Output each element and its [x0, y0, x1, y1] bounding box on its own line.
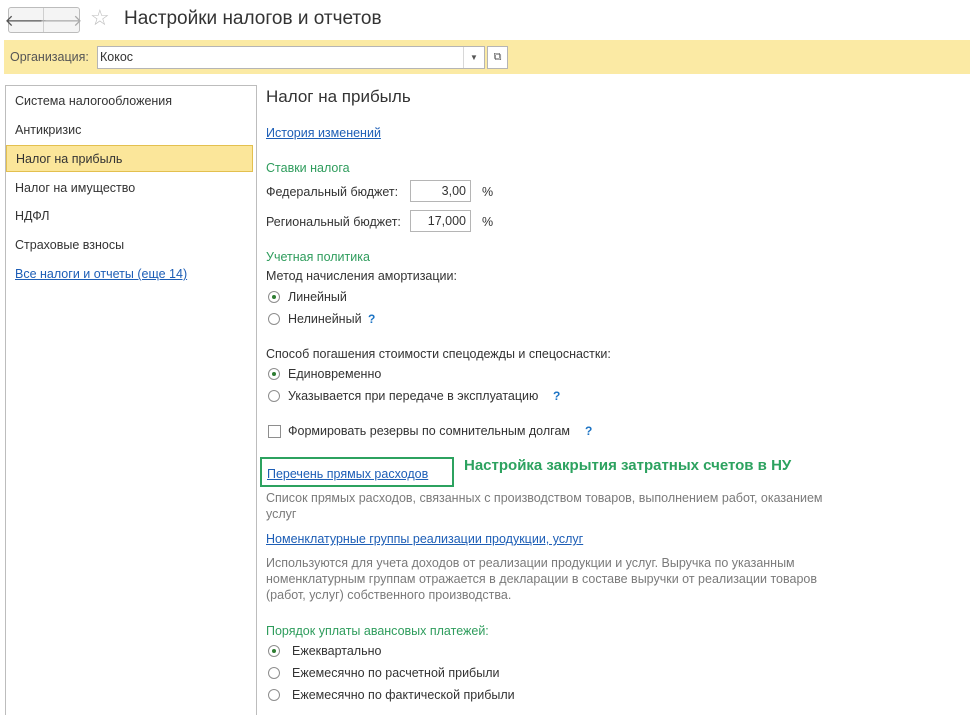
help-icon[interactable]: ? — [553, 389, 560, 403]
sidebar-item-label: НДФЛ — [15, 209, 50, 223]
regional-label: Региональный бюджет: — [266, 215, 401, 229]
sidebar-item-profit-tax[interactable]: Налог на прибыль — [6, 145, 253, 172]
amortization-nonlinear-radio[interactable] — [268, 313, 280, 325]
amortization-label: Метод начисления амортизации: — [266, 269, 457, 283]
amortization-linear-radio[interactable] — [268, 291, 280, 303]
sidebar-item-tax-system[interactable]: Система налогообложения — [15, 94, 172, 108]
sidebar-item-label: Налог на имущество — [15, 181, 136, 195]
sidebar-item-label: Налог на прибыль — [16, 152, 123, 166]
advance-payments-label: Порядок уплаты авансовых платежей: — [266, 624, 489, 638]
workwear-onetime-label: Единовременно — [288, 367, 382, 381]
annotation-callout: Настройка закрытия затратных счетов в НУ — [464, 457, 792, 474]
sidebar-item-label: Система налогообложения — [15, 94, 173, 108]
nomenclature-groups-hint: Используются для учета доходов от реализ… — [266, 556, 818, 602]
direct-costs-hint: Список прямых расходов, связанных с прои… — [266, 491, 823, 521]
regional-rate-input[interactable]: 17,000 — [410, 210, 471, 232]
advance-quarterly-radio[interactable] — [268, 645, 280, 657]
organization-value[interactable]: Кокос — [100, 50, 133, 64]
organization-open-button[interactable]: ⧉ — [487, 46, 508, 69]
sidebar-item-label: Страховые взносы — [15, 238, 125, 252]
forward-button[interactable]: 🡒 — [40, 8, 82, 32]
workwear-label: Способ погашения стоимости спецодежды и … — [266, 347, 611, 361]
amortization-nonlinear-label: Нелинейный — [288, 312, 362, 326]
advance-monthly-estimated-radio[interactable] — [268, 667, 280, 679]
history-link[interactable]: История изменений — [266, 126, 381, 140]
organization-field[interactable] — [97, 46, 485, 69]
nomenclature-groups-link[interactable]: Номенклатурные группы реализации продукц… — [266, 532, 583, 546]
help-icon[interactable]: ? — [368, 312, 375, 326]
sidebar-all-taxes-link[interactable]: Все налоги и отчеты (еще 14) — [15, 267, 187, 281]
direct-costs-link[interactable]: Перечень прямых расходов — [267, 467, 428, 481]
sidebar: Система налогообложения Антикризис Налог… — [5, 85, 257, 715]
policy-title: Учетная политика — [266, 250, 370, 264]
reserves-checkbox[interactable] — [268, 425, 281, 438]
sidebar-item-property-tax[interactable]: Налог на имущество — [15, 181, 135, 195]
advance-monthly-estimated-label: Ежемесячно по расчетной прибыли — [292, 666, 500, 680]
back-button[interactable]: 🡐 — [5, 8, 48, 32]
rates-title: Ставки налога — [266, 161, 350, 175]
federal-percent: % — [482, 185, 494, 199]
regional-percent: % — [482, 215, 494, 229]
organization-dropdown-button[interactable]: ▼ — [463, 47, 484, 68]
workwear-onetime-radio[interactable] — [268, 368, 280, 380]
triangle-down-icon: ▼ — [470, 53, 478, 62]
help-icon[interactable]: ? — [585, 424, 592, 438]
workwear-on-transfer-radio[interactable] — [268, 390, 280, 402]
federal-rate-input[interactable]: 3,00 — [410, 180, 471, 202]
sidebar-item-insurance[interactable]: Страховые взносы — [15, 238, 124, 252]
advance-monthly-actual-label: Ежемесячно по фактической прибыли — [292, 688, 515, 702]
sidebar-item-anticrisis[interactable]: Антикризис — [15, 123, 81, 137]
advance-quarterly-label: Ежеквартально — [292, 644, 382, 658]
page-title: Настройки налогов и отчетов — [124, 8, 382, 29]
sidebar-item-label: Антикризис — [15, 123, 82, 137]
open-window-icon: ⧉ — [493, 51, 502, 63]
reserves-label: Формировать резервы по сомнительным долг… — [288, 424, 570, 438]
organization-label: Организация: — [10, 50, 89, 64]
arrow-right-icon: 🡒 — [39, 12, 83, 30]
workwear-on-transfer-label: Указывается при передаче в эксплуатацию — [288, 389, 539, 403]
history-nav: 🡐 🡒 — [5, 7, 82, 33]
star-icon[interactable]: ☆ — [90, 6, 110, 30]
advance-monthly-actual-radio[interactable] — [268, 689, 280, 701]
section-heading: Налог на прибыль — [266, 87, 411, 106]
amortization-linear-label: Линейный — [288, 290, 347, 304]
federal-label: Федеральный бюджет: — [266, 185, 399, 199]
sidebar-item-ndfl[interactable]: НДФЛ — [15, 209, 50, 223]
